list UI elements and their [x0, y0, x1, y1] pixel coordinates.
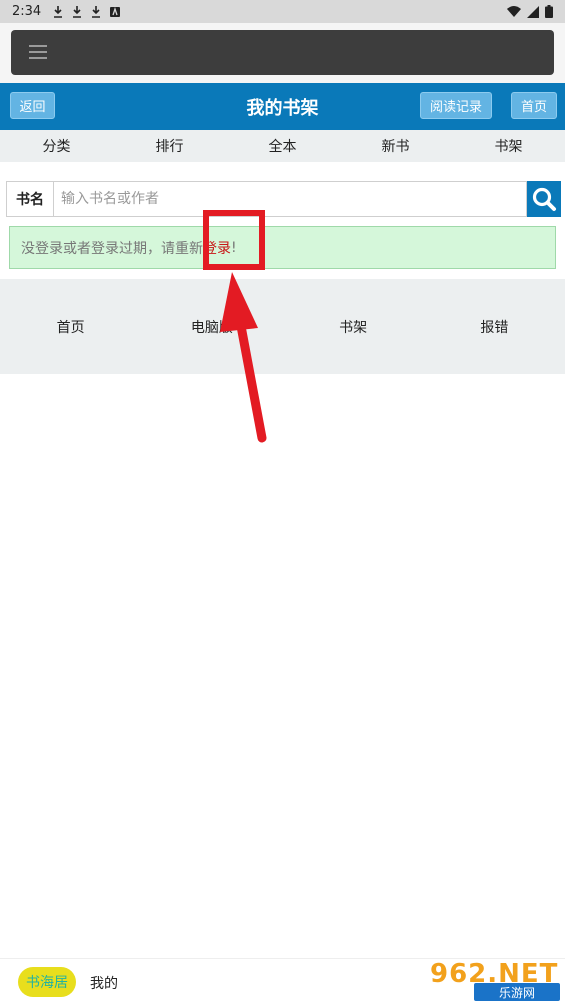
download-icon — [54, 5, 63, 18]
category-nav: 分类 排行 全本 新书 书架 — [0, 130, 565, 162]
nav-item-complete[interactable]: 全本 — [226, 130, 339, 162]
download-icon — [92, 5, 101, 18]
nav-item-category[interactable]: 分类 — [0, 130, 113, 162]
nav-item-new-books[interactable]: 新书 — [339, 130, 452, 162]
nav-item-ranking[interactable]: 排行 — [113, 130, 226, 162]
nav-item-bookshelf[interactable]: 书架 — [452, 130, 565, 162]
download-icon — [73, 5, 82, 18]
back-button[interactable]: 返回 — [10, 92, 55, 119]
login-alert: 没登录或者登录过期，请重新 登录! — [9, 226, 556, 269]
search-icon — [532, 187, 556, 211]
tab-app-home[interactable]: 书海居 — [18, 967, 76, 997]
wifi-icon — [507, 5, 521, 17]
browser-address-bar[interactable] — [11, 30, 554, 75]
reading-history-button[interactable]: 阅读记录 — [420, 92, 492, 119]
search-bar: 书名 — [6, 181, 561, 217]
status-time: 2:34 — [12, 4, 42, 19]
highlight-box — [203, 210, 265, 270]
watermark-logo: 962.NET 乐游网 — [426, 959, 565, 1004]
bottom-tab-bar: 书海居 我的 962.NET 乐游网 — [0, 958, 565, 1004]
search-button[interactable] — [527, 181, 561, 217]
watermark-bottom: 乐游网 — [474, 983, 560, 1001]
app-root: 2:34 我的书架 返回 阅读记录 首页 分类 排行 全本 新书 书架 书名 输… — [0, 0, 565, 1004]
app-notification-icon — [110, 6, 121, 17]
footer-link-home[interactable]: 首页 — [0, 317, 141, 337]
alert-text: 没登录或者登录过期，请重新 — [21, 240, 203, 257]
browser-toolbar — [0, 23, 565, 83]
home-button[interactable]: 首页 — [511, 92, 557, 119]
menu-icon[interactable] — [29, 45, 47, 59]
status-bar: 2:34 — [0, 0, 565, 23]
page-header: 我的书架 返回 阅读记录 首页 — [0, 83, 565, 130]
footer-link-report[interactable]: 报错 — [424, 317, 565, 337]
search-label: 书名 — [6, 181, 53, 217]
signal-icon — [527, 5, 539, 18]
battery-icon — [545, 5, 553, 18]
tab-mine[interactable]: 我的 — [90, 973, 118, 993]
status-right — [507, 5, 553, 18]
footer-link-bookshelf[interactable]: 书架 — [283, 317, 424, 337]
footer-links: 首页 电脑版 书架 报错 — [0, 279, 565, 374]
search-input[interactable] — [53, 181, 527, 217]
pointer-arrow-icon — [220, 272, 267, 443]
